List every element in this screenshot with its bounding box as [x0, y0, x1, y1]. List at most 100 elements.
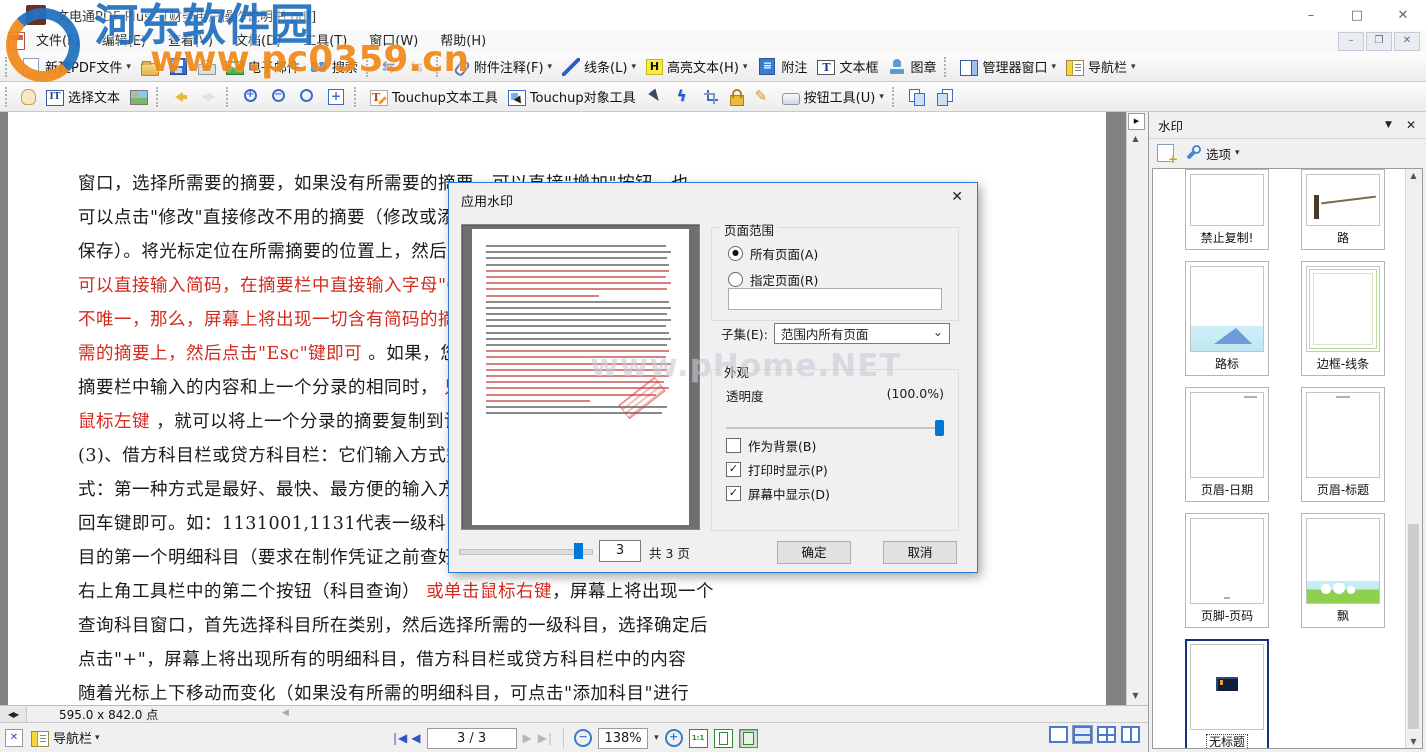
zoom-in-button[interactable] — [665, 729, 683, 747]
dropdown-arrow-icon[interactable] — [743, 62, 748, 72]
menu-item[interactable]: 帮助(H) — [429, 31, 497, 52]
swap-arrows-button[interactable] — [377, 55, 405, 79]
first-page-button[interactable] — [390, 731, 405, 745]
select-text-button[interactable]: 选择文本 — [41, 84, 125, 109]
subset-select[interactable]: 范围内所有页面 — [774, 323, 950, 344]
panel-scroll-thumb[interactable] — [1408, 524, 1419, 729]
close-icon[interactable] — [1380, 0, 1426, 30]
panel-scroll-down-icon[interactable] — [1406, 737, 1421, 746]
touchup-text-button[interactable]: Touchup文本工具 — [365, 84, 503, 109]
preview-pager-thumb[interactable] — [574, 543, 583, 559]
watermark-thumbnail[interactable]: 路 — [1301, 169, 1385, 250]
stamp-button[interactable]: 图章 — [883, 54, 941, 79]
next-page-button[interactable] — [523, 731, 532, 745]
watermark-thumbnail[interactable]: 路标 — [1185, 261, 1269, 376]
paperclip-button[interactable]: 附件注释(F) — [447, 54, 557, 79]
mdi-restore-icon[interactable] — [1366, 32, 1392, 51]
pen-button[interactable] — [749, 85, 777, 109]
highlight-button[interactable]: 高亮文本(H) — [641, 54, 752, 79]
show-on-screen-option[interactable]: ✓ 屏幕中显示(D) — [726, 484, 830, 503]
menu-item[interactable]: 编辑(E) — [91, 31, 157, 52]
zoom-out-button[interactable] — [574, 729, 592, 747]
zoom-level-value[interactable]: 138% — [598, 728, 648, 749]
hscroll-left-icon[interactable] — [282, 708, 289, 718]
scroll-up-icon[interactable] — [1127, 131, 1144, 146]
minimize-icon[interactable] — [1288, 0, 1334, 30]
note-button[interactable]: 附注 — [752, 54, 812, 79]
email-button[interactable]: 电子邮件 — [221, 54, 305, 79]
textbox-button[interactable]: 文本框 — [812, 54, 883, 79]
page-indicator[interactable]: 3 / 3 — [427, 728, 517, 749]
dropdown-arrow-icon[interactable] — [1051, 62, 1056, 72]
show-on-screen-checkbox[interactable]: ✓ — [726, 486, 741, 501]
specified-pages-radio[interactable] — [728, 272, 743, 287]
manager-window-button[interactable]: 管理器窗口 — [955, 54, 1061, 79]
close-navbar-icon[interactable] — [5, 729, 23, 747]
scroll-down-icon[interactable] — [1127, 688, 1144, 703]
dialog-close-icon[interactable] — [951, 189, 963, 205]
zoom-out-tool-button[interactable] — [265, 85, 293, 109]
menu-item[interactable]: 文件(F) — [25, 31, 91, 52]
save-button[interactable] — [164, 54, 193, 79]
crop-button[interactable] — [697, 85, 725, 109]
open-folder-button[interactable] — [136, 55, 164, 79]
splitter-toggle-icon[interactable] — [1128, 113, 1145, 130]
single-page-layout-icon[interactable] — [1049, 726, 1068, 743]
print-button[interactable] — [193, 55, 221, 78]
page-range-input[interactable] — [728, 288, 942, 310]
dropdown-arrow-icon[interactable] — [879, 92, 884, 102]
show-when-printing-checkbox[interactable]: ✓ — [726, 462, 741, 477]
all-pages-radio[interactable]: ● — [728, 246, 743, 261]
mdi-close-icon[interactable] — [1394, 32, 1420, 51]
paste-page-button[interactable] — [931, 85, 959, 109]
dropdown-arrow-icon[interactable] — [126, 62, 131, 72]
menu-item[interactable]: 窗口(W) — [358, 31, 429, 52]
fit-width-button[interactable] — [739, 729, 758, 748]
actual-size-button[interactable] — [689, 729, 708, 748]
add-watermark-icon[interactable] — [1157, 144, 1174, 162]
navbar-panel-button[interactable]: 导航栏 — [1061, 54, 1141, 79]
all-pages-option[interactable]: ● 所有页面(A) — [728, 244, 818, 263]
splitter-handle-icon[interactable] — [0, 707, 27, 722]
continuous-facing-layout-icon[interactable] — [1121, 726, 1140, 743]
menu-item[interactable]: 文档(D) — [224, 31, 292, 52]
opacity-slider-thumb[interactable] — [935, 420, 944, 436]
preview-page-number-input[interactable]: 3 — [599, 540, 641, 562]
ok-button[interactable]: 确定 — [777, 541, 851, 564]
document-vertical-scrollbar[interactable] — [1126, 112, 1145, 705]
watermark-thumbnail[interactable]: 页眉-日期 — [1185, 387, 1269, 502]
watermark-thumbnail[interactable]: 飘 — [1301, 513, 1385, 628]
opacity-slider[interactable] — [726, 420, 944, 436]
mdi-minimize-icon[interactable] — [1338, 32, 1364, 51]
opacity-slider-track[interactable] — [726, 427, 944, 429]
copy-page-button[interactable] — [903, 85, 931, 109]
dropdown-arrow-icon[interactable] — [548, 62, 553, 72]
options-button[interactable]: 选项 — [1184, 144, 1240, 163]
panel-scrollbar[interactable] — [1405, 169, 1422, 748]
cursor-button[interactable] — [641, 85, 669, 109]
menu-item[interactable]: 工具(T) — [292, 31, 358, 52]
show-when-printing-option[interactable]: ✓ 打印时显示(P) — [726, 460, 828, 479]
watermark-thumbnail[interactable]: 页脚-页码 — [1185, 513, 1269, 628]
search-button[interactable]: 搜索 — [305, 54, 363, 79]
new-pdf-button[interactable]: 新建PDF文件 — [16, 54, 136, 79]
specified-pages-option[interactable]: 指定页面(R) — [728, 270, 818, 289]
navbar-label[interactable]: 导航栏 — [53, 728, 92, 747]
watermark-thumbnail[interactable]: 页眉-标题 — [1301, 387, 1385, 502]
snapshot-button[interactable] — [125, 85, 153, 108]
watermark-thumbnail[interactable]: 边框-线条 — [1301, 261, 1385, 376]
watermark-thumbnail[interactable]: 禁止复制! — [1185, 169, 1269, 250]
last-page-button[interactable] — [538, 731, 553, 745]
zoom-dropdown-icon[interactable] — [654, 733, 659, 743]
back-arrow-button[interactable] — [167, 85, 195, 109]
watermark-thumbnail[interactable]: 无标题 — [1185, 639, 1269, 749]
cancel-button[interactable]: 取消 — [883, 541, 957, 564]
previous-page-button[interactable] — [411, 731, 420, 745]
maximize-icon[interactable] — [1334, 0, 1380, 30]
lock-button[interactable] — [725, 85, 749, 109]
line-button[interactable]: 线条(L) — [557, 54, 641, 79]
dropdown-arrow-icon[interactable] — [1131, 62, 1136, 72]
button-tool-button[interactable]: 按钮工具(U) — [777, 84, 889, 109]
facing-layout-icon[interactable] — [1097, 726, 1116, 743]
as-background-option[interactable]: 作为背景(B) — [726, 436, 816, 455]
